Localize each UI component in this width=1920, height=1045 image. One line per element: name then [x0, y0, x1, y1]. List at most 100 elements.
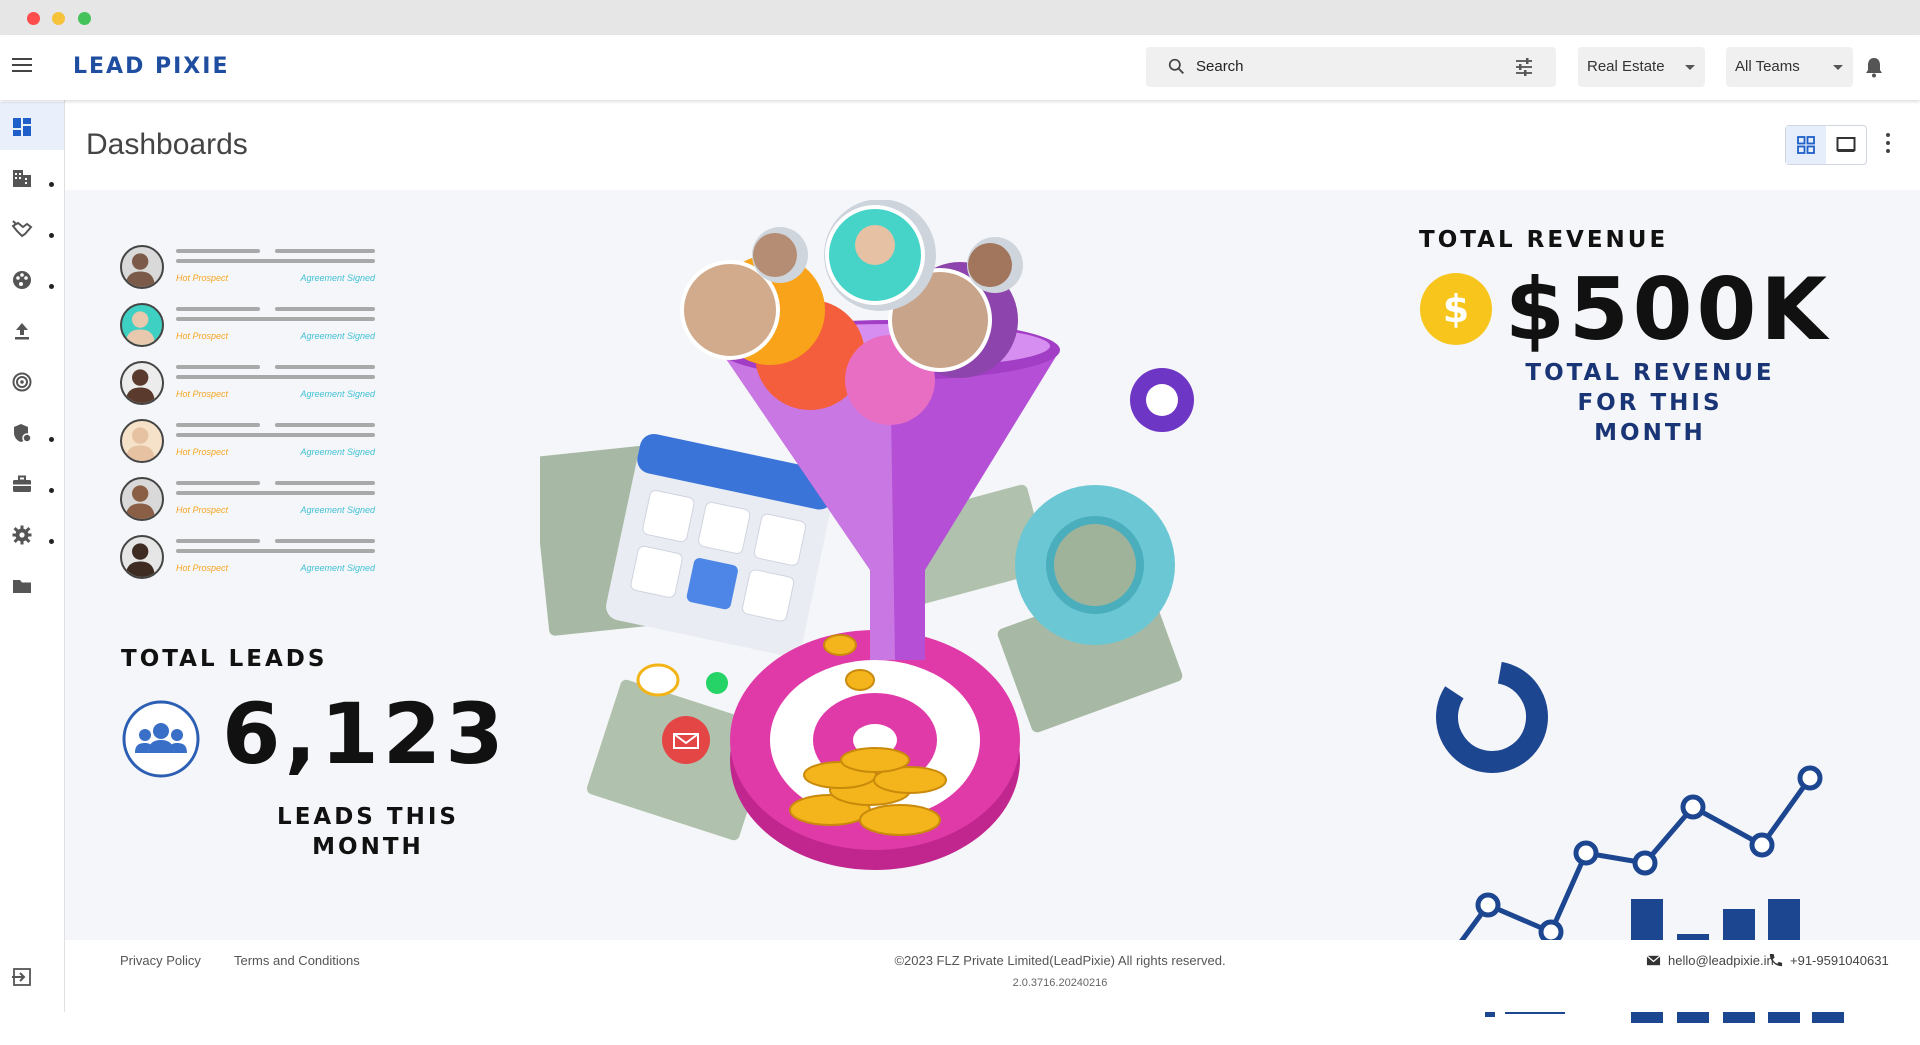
placeholder-line	[275, 481, 375, 485]
avatar	[120, 477, 164, 521]
more-options-icon[interactable]	[1885, 133, 1891, 155]
logout-icon[interactable]	[11, 966, 33, 988]
lead-status-tag: Hot Prospect	[176, 505, 229, 515]
placeholder-line	[176, 423, 260, 427]
sidebar	[0, 100, 65, 1012]
dashboard-icon	[13, 118, 31, 136]
team-select[interactable]: All Teams	[1726, 47, 1853, 87]
avatar	[120, 361, 164, 405]
industry-select[interactable]: Real Estate	[1578, 47, 1705, 87]
lead-stage-tag: Agreement Signed	[300, 447, 375, 457]
avatar	[120, 419, 164, 463]
sidebar-item-themes[interactable]	[0, 255, 64, 303]
sidebar-item-work[interactable]	[0, 459, 64, 507]
view-toggle	[1785, 125, 1867, 165]
lead-status-tag: Hot Prospect	[176, 331, 229, 341]
search-input[interactable]: Search	[1146, 47, 1556, 87]
chevron-down-icon	[1685, 65, 1695, 70]
single-view-button[interactable]	[1826, 126, 1866, 164]
submenu-indicator	[49, 233, 54, 238]
avatar	[120, 245, 164, 289]
lead-status-tag: Hot Prospect	[176, 563, 229, 573]
total-leads-subtitle: LEADS THIS MONTH	[253, 802, 483, 862]
submenu-indicator	[49, 437, 54, 442]
lead-status-tag: Hot Prospect	[176, 447, 229, 457]
main-content: Dashboards Hot Prospect Agreement Signed H…	[65, 100, 1920, 1023]
lead-stage-tag: Agreement Signed	[300, 505, 375, 515]
window-close-dot[interactable]	[27, 12, 40, 25]
sidebar-item-security[interactable]	[0, 408, 64, 456]
submenu-indicator	[49, 284, 54, 289]
briefcase-icon	[13, 475, 31, 492]
total-leads-subtitle-line2: MONTH	[312, 834, 424, 860]
total-revenue-value: $500K	[1505, 260, 1831, 360]
submenu-indicator	[49, 539, 54, 544]
privacy-policy-link[interactable]: Privacy Policy	[120, 953, 201, 968]
menu-icon[interactable]	[12, 58, 32, 74]
sales-funnel-illustration	[540, 200, 1194, 870]
submenu-indicator	[49, 488, 54, 493]
avatar	[120, 535, 164, 579]
people-group-icon	[122, 700, 200, 778]
placeholder-line	[275, 423, 375, 427]
handshake-icon	[11, 220, 33, 238]
total-revenue-title: TOTAL REVENUE	[1419, 227, 1669, 253]
svg-text:$: $	[1443, 287, 1469, 331]
terms-link[interactable]: Terms and Conditions	[234, 953, 360, 968]
lead-list-item: Hot Prospect Agreement Signed	[120, 535, 380, 583]
avatar	[120, 303, 164, 347]
lead-list-item: Hot Prospect Agreement Signed	[120, 303, 380, 351]
placeholder-line	[176, 539, 260, 543]
sidebar-item-deals[interactable]	[0, 204, 64, 252]
lead-stage-tag: Agreement Signed	[300, 273, 375, 283]
window-minimize-dot[interactable]	[52, 12, 65, 25]
grid-view-icon	[1797, 136, 1815, 154]
placeholder-line	[176, 433, 375, 437]
placeholder-line	[275, 249, 375, 253]
monitor-icon	[1836, 137, 1856, 152]
total-revenue-subtitle-line2: FOR THIS MONTH	[1577, 390, 1723, 446]
sidebar-item-upload[interactable]	[0, 306, 64, 354]
placeholder-line	[176, 259, 375, 263]
top-bar: LEAD PIXIE Search Real Estate All Teams	[0, 35, 1920, 100]
dollar-coin-icon: $	[1420, 273, 1492, 345]
industry-select-value: Real Estate	[1587, 58, 1665, 75]
sidebar-item-files[interactable]	[0, 561, 64, 609]
target-icon	[12, 372, 32, 392]
grid-view-button[interactable]	[1786, 126, 1826, 164]
lead-status-tag: Hot Prospect	[176, 389, 229, 399]
copyright-text: ©2023 FLZ Private Limited(LeadPixie) All…	[894, 953, 1226, 968]
sidebar-item-buildings[interactable]	[0, 153, 64, 201]
total-revenue-subtitle-line1: TOTAL REVENUE	[1525, 360, 1775, 386]
total-leads-title: TOTAL LEADS	[121, 646, 328, 672]
lead-stage-tag: Agreement Signed	[300, 389, 375, 399]
sidebar-item-goals[interactable]	[0, 357, 64, 405]
placeholder-line	[275, 539, 375, 543]
contact-phone[interactable]: +91-9591040631	[1769, 953, 1889, 968]
lead-stage-tag: Agreement Signed	[300, 331, 375, 341]
placeholder-line	[176, 375, 375, 379]
lead-list-item: Hot Prospect Agreement Signed	[120, 419, 380, 467]
lead-list-item: Hot Prospect Agreement Signed	[120, 477, 380, 525]
sidebar-item-dashboard[interactable]	[0, 102, 64, 150]
lead-list-item: Hot Prospect Agreement Signed	[120, 245, 380, 293]
placeholder-line	[176, 365, 260, 369]
folder-icon	[13, 580, 31, 593]
footer	[65, 940, 1920, 1012]
lead-stage-tag: Agreement Signed	[300, 563, 375, 573]
total-leads-subtitle-line1: LEADS THIS	[277, 804, 459, 830]
placeholder-line	[176, 317, 375, 321]
contact-email[interactable]: hello@leadpixie.in	[1646, 953, 1774, 968]
placeholder-line	[275, 365, 375, 369]
sidebar-item-settings[interactable]	[0, 510, 64, 558]
app-logo[interactable]: LEAD PIXIE	[73, 54, 229, 79]
browser-chrome	[0, 0, 1920, 35]
notification-bell-icon[interactable]	[1864, 56, 1884, 78]
placeholder-line	[176, 481, 260, 485]
upload-icon	[15, 323, 29, 340]
window-maximize-dot[interactable]	[78, 12, 91, 25]
filter-tune-icon[interactable]	[1514, 57, 1534, 77]
contact-phone-text: +91-9591040631	[1790, 953, 1889, 968]
contact-email-text: hello@leadpixie.in	[1668, 953, 1774, 968]
gear-icon	[12, 525, 32, 545]
